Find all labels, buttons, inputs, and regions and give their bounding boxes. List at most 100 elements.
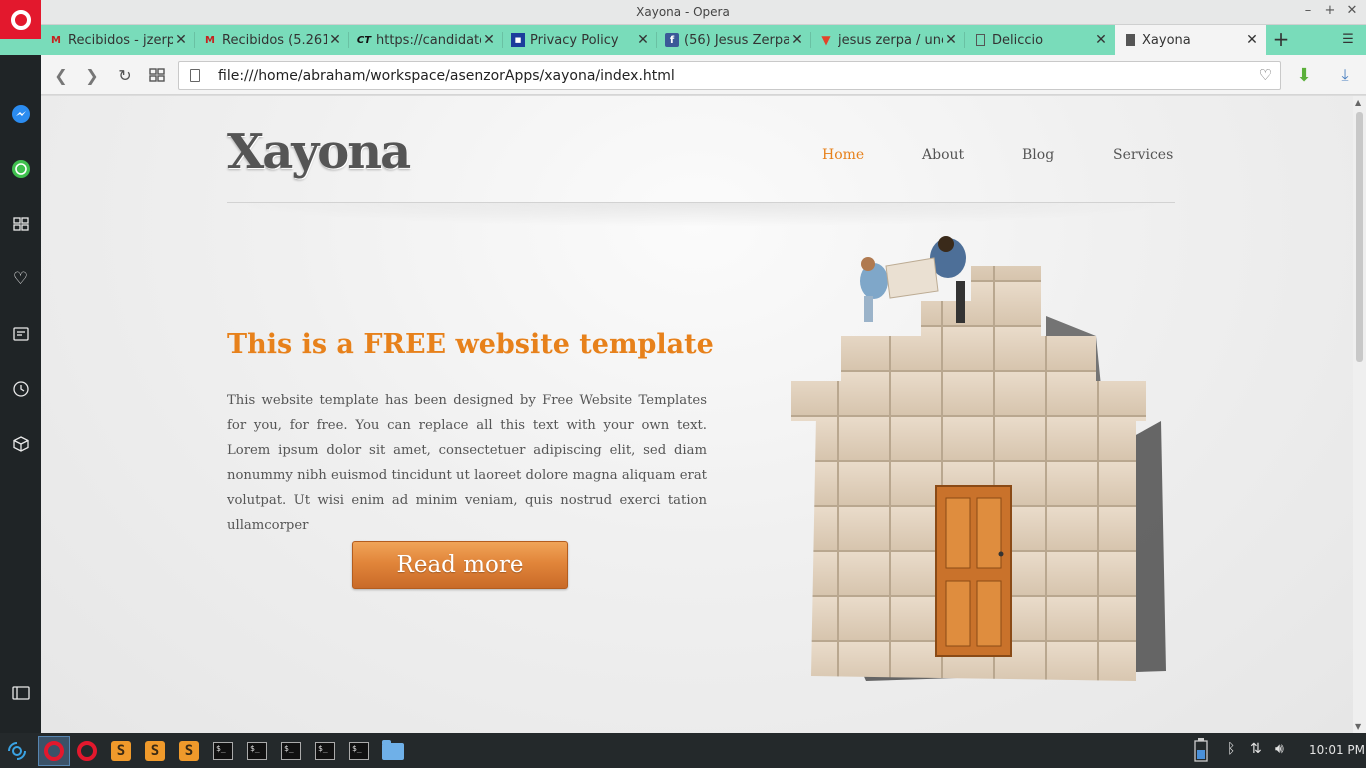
page-icon: [973, 33, 987, 47]
close-tab-icon[interactable]: ✕: [173, 32, 189, 48]
facebook-icon: f: [665, 33, 679, 47]
tab-facebook[interactable]: f (56) Jesus Zerpa ✕: [657, 25, 811, 55]
tab-candidatos[interactable]: CT https://candidatos ✕: [349, 25, 503, 55]
close-tab-icon[interactable]: ✕: [481, 32, 497, 48]
opera-icon: [44, 741, 64, 761]
terminal-icon: $_: [349, 742, 369, 760]
grid-icon: [149, 68, 165, 82]
nav-link-blog[interactable]: Blog: [1022, 147, 1054, 163]
tab-menu-icon[interactable]: ☰: [1336, 25, 1360, 55]
taskbar-sublime-1[interactable]: S: [108, 738, 134, 764]
taskbar-terminal-1[interactable]: $_: [210, 738, 236, 764]
reload-button[interactable]: ↻: [113, 63, 137, 87]
page-headline: This is a FREE website template: [227, 329, 714, 360]
nav-link-about[interactable]: About: [922, 147, 964, 163]
page-scrollbar[interactable]: ▲ ▼: [1353, 96, 1366, 733]
address-bar: ❮ ❯ ↻ file:///home/abraham/workspace/ase…: [41, 55, 1366, 95]
whatsapp-icon[interactable]: [8, 156, 33, 181]
url-field[interactable]: file:///home/abraham/workspace/asenzorAp…: [178, 61, 1281, 90]
sublime-text-icon: S: [179, 741, 199, 761]
sidebar-toggle-icon[interactable]: [8, 680, 33, 705]
tab-label: Recibidos (5.261): [222, 32, 327, 48]
gmail-icon: M: [205, 34, 215, 46]
page-icon: [1123, 33, 1137, 47]
speed-dial-button[interactable]: [145, 63, 169, 87]
window-titlebar: ▼ Xayona - Opera – + ✕: [0, 0, 1366, 25]
taskbar-terminal-3[interactable]: $_: [278, 738, 304, 764]
taskbar-sublime-2[interactable]: S: [142, 738, 168, 764]
tab-label: Privacy Policy: [530, 32, 619, 48]
battery-icon[interactable]: [1194, 738, 1208, 766]
speed-dial-icon[interactable]: [8, 211, 33, 236]
new-tab-button[interactable]: +: [1266, 25, 1296, 55]
site-logo[interactable]: Xayona: [227, 124, 411, 180]
bookmarks-icon[interactable]: ♡: [8, 266, 33, 291]
bluetooth-icon[interactable]: ᛒ: [1227, 741, 1235, 757]
taskbar-file-manager[interactable]: [380, 738, 406, 764]
news-icon[interactable]: [8, 321, 33, 346]
sublime-text-icon: S: [111, 741, 131, 761]
taskbar-terminal-4[interactable]: $_: [312, 738, 338, 764]
page-info-icon[interactable]: [190, 69, 200, 82]
tab-label: Xayona: [1142, 32, 1191, 48]
close-window-button[interactable]: ✕: [1344, 3, 1360, 18]
scroll-down-icon[interactable]: ▼: [1355, 722, 1361, 731]
gmail-icon: M: [51, 34, 61, 46]
tab-gitlab[interactable]: ▼ jesus zerpa / unexpo ✕: [811, 25, 965, 55]
opera-menu-button[interactable]: [0, 0, 41, 39]
messenger-icon[interactable]: [8, 101, 33, 126]
tab-label: (56) Jesus Zerpa: [684, 32, 789, 48]
minimize-button[interactable]: –: [1300, 3, 1316, 18]
taskbar-terminal-2[interactable]: $_: [244, 738, 270, 764]
taskbar-clock[interactable]: 10:01 PM: [1309, 743, 1365, 757]
tab-gmail-1[interactable]: M Recibidos - jzerpa ✕: [41, 25, 195, 55]
close-tab-icon[interactable]: ✕: [635, 32, 651, 48]
history-icon[interactable]: [8, 376, 33, 401]
downloads-button[interactable]: ⤓: [1333, 63, 1357, 87]
tab-privacy-policy[interactable]: ■ Privacy Policy ✕: [503, 25, 657, 55]
close-tab-icon[interactable]: ✕: [1093, 32, 1109, 48]
house-of-boxes-image: [791, 236, 1166, 681]
close-tab-icon[interactable]: ✕: [943, 32, 959, 48]
tab-label: https://candidatos: [376, 32, 481, 48]
terminal-icon: $_: [315, 742, 335, 760]
tab-xayona[interactable]: Xayona ✕: [1115, 25, 1266, 55]
sublime-text-icon: S: [145, 741, 165, 761]
intro-paragraph: This website template has been designed …: [227, 393, 707, 533]
maximize-button[interactable]: +: [1322, 3, 1338, 18]
terminal-icon: $_: [281, 742, 301, 760]
scroll-thumb[interactable]: [1356, 112, 1363, 362]
bookmark-heart-icon[interactable]: ♡: [1259, 66, 1272, 84]
system-taskbar: S S S $_ $_ $_ $_ $_ ᛒ ⇅ 🔊︎ 10:01 PM: [0, 733, 1366, 768]
window-title: Xayona - Opera: [636, 5, 730, 19]
taskbar-terminal-5[interactable]: $_: [346, 738, 372, 764]
tab-label: Deliccio: [992, 32, 1044, 48]
download-arrow-icon[interactable]: ⬇: [1292, 63, 1316, 87]
url-text: file:///home/abraham/workspace/asenzorAp…: [218, 68, 675, 84]
taskbar-opera-active[interactable]: [38, 736, 70, 766]
extensions-icon[interactable]: [8, 431, 33, 456]
close-tab-icon[interactable]: ✕: [327, 32, 343, 48]
nav-link-home[interactable]: Home: [822, 147, 864, 163]
tab-deliccio[interactable]: Deliccio ✕: [965, 25, 1115, 55]
ct-icon: CT: [356, 34, 372, 46]
close-tab-icon[interactable]: ✕: [789, 32, 805, 48]
taskbar-opera[interactable]: [74, 738, 100, 764]
folder-icon: [382, 739, 404, 760]
opera-sidebar: ♡: [0, 55, 41, 733]
tab-gmail-2[interactable]: M Recibidos (5.261) ✕: [195, 25, 349, 55]
volume-icon[interactable]: 🔊︎: [1275, 741, 1284, 757]
back-button[interactable]: ❮: [49, 63, 73, 87]
forward-button[interactable]: ❯: [80, 63, 104, 87]
read-more-button[interactable]: Read more: [352, 541, 568, 589]
tab-label: Recibidos - jzerpa: [68, 32, 173, 48]
scroll-up-icon[interactable]: ▲: [1355, 98, 1361, 107]
taskbar-sublime-3[interactable]: S: [176, 738, 202, 764]
app-launcher-icon[interactable]: [4, 738, 30, 764]
terminal-icon: $_: [213, 742, 233, 760]
web-page-viewport: Xayona Home About Blog Services This is …: [41, 96, 1353, 733]
opera-icon: [77, 741, 97, 761]
close-tab-icon[interactable]: ✕: [1244, 32, 1260, 48]
network-icon[interactable]: ⇅: [1250, 741, 1262, 757]
nav-link-services[interactable]: Services: [1113, 147, 1173, 163]
